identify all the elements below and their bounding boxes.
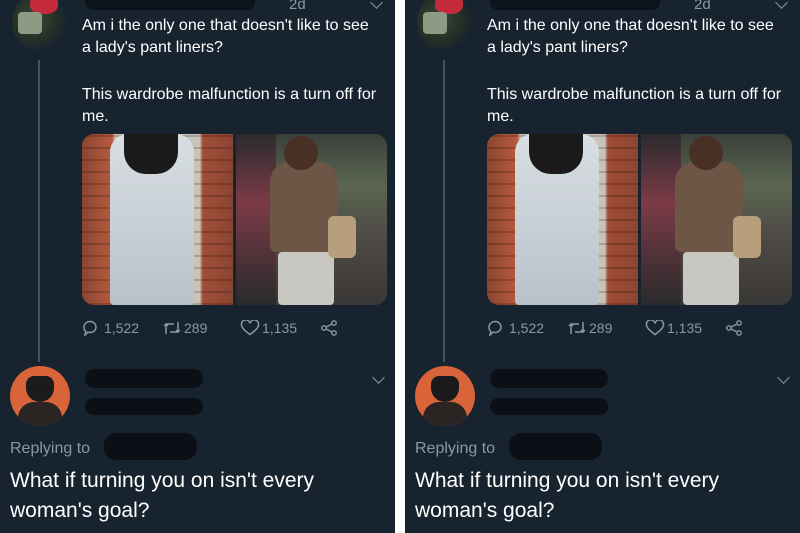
tweet-timestamp[interactable]: 2d [289, 0, 306, 13]
tweet-media[interactable] [82, 134, 387, 305]
retweet-icon [568, 322, 586, 334]
redacted-replying-to-handle [104, 433, 197, 460]
retweet-count: 289 [589, 320, 613, 336]
author-avatar[interactable] [417, 0, 473, 52]
retweet-count: 289 [184, 320, 208, 336]
share-icon [726, 320, 742, 336]
replier-avatar[interactable] [415, 366, 475, 426]
screenshot-panel-right: 2d Am i the only one that doesn't like t… [405, 0, 800, 533]
tweet-text: Am i the only one that doesn't like to s… [82, 17, 369, 56]
thread-line [38, 60, 40, 362]
author-avatar[interactable] [12, 0, 68, 52]
like-icon [645, 320, 665, 336]
redacted-author-name [490, 0, 660, 10]
reply-text: What if turning you on isn't every woman… [415, 469, 719, 522]
redacted-replier-handle [490, 398, 608, 415]
replier-avatar[interactable] [10, 366, 70, 426]
like-count: 1,135 [667, 320, 703, 336]
reply-icon [83, 320, 97, 336]
tweet-timestamp[interactable]: 2d [694, 0, 711, 13]
chevron-down-icon[interactable] [775, 0, 788, 9]
redacted-replier-name [85, 369, 203, 388]
reply-text: What if turning you on isn't every woman… [10, 469, 314, 522]
tweet-text-second-paragraph: This wardrobe malfunction is a turn off … [487, 86, 782, 125]
chevron-down-icon[interactable] [777, 371, 790, 384]
reply-count: 1,522 [104, 320, 140, 336]
media-photo-right[interactable] [641, 134, 792, 305]
redacted-author-name [85, 0, 255, 10]
chevron-down-icon[interactable] [372, 371, 385, 384]
chevron-down-icon[interactable] [370, 0, 383, 9]
replying-to-label: Replying to [10, 440, 91, 457]
redacted-replier-handle [85, 398, 203, 415]
like-icon [240, 320, 260, 336]
thread-line [443, 60, 445, 362]
tweet-media[interactable] [487, 134, 792, 305]
media-photo-left[interactable] [82, 134, 233, 305]
screenshot-panel-left: 2d Am i the only one that doesn't like t… [0, 0, 395, 533]
reply-count: 1,522 [509, 320, 545, 336]
like-count: 1,135 [262, 320, 298, 336]
share-icon [321, 320, 337, 336]
tweet-text: Am i the only one that doesn't like to s… [487, 17, 774, 56]
tweet-text-second-paragraph: This wardrobe malfunction is a turn off … [82, 86, 377, 125]
replying-to-label: Replying to [415, 440, 496, 457]
media-photo-right[interactable] [236, 134, 387, 305]
reply-icon [488, 320, 502, 336]
media-photo-left[interactable] [487, 134, 638, 305]
redacted-replying-to-handle [509, 433, 602, 460]
redacted-replier-name [490, 369, 608, 388]
retweet-icon [163, 322, 181, 334]
